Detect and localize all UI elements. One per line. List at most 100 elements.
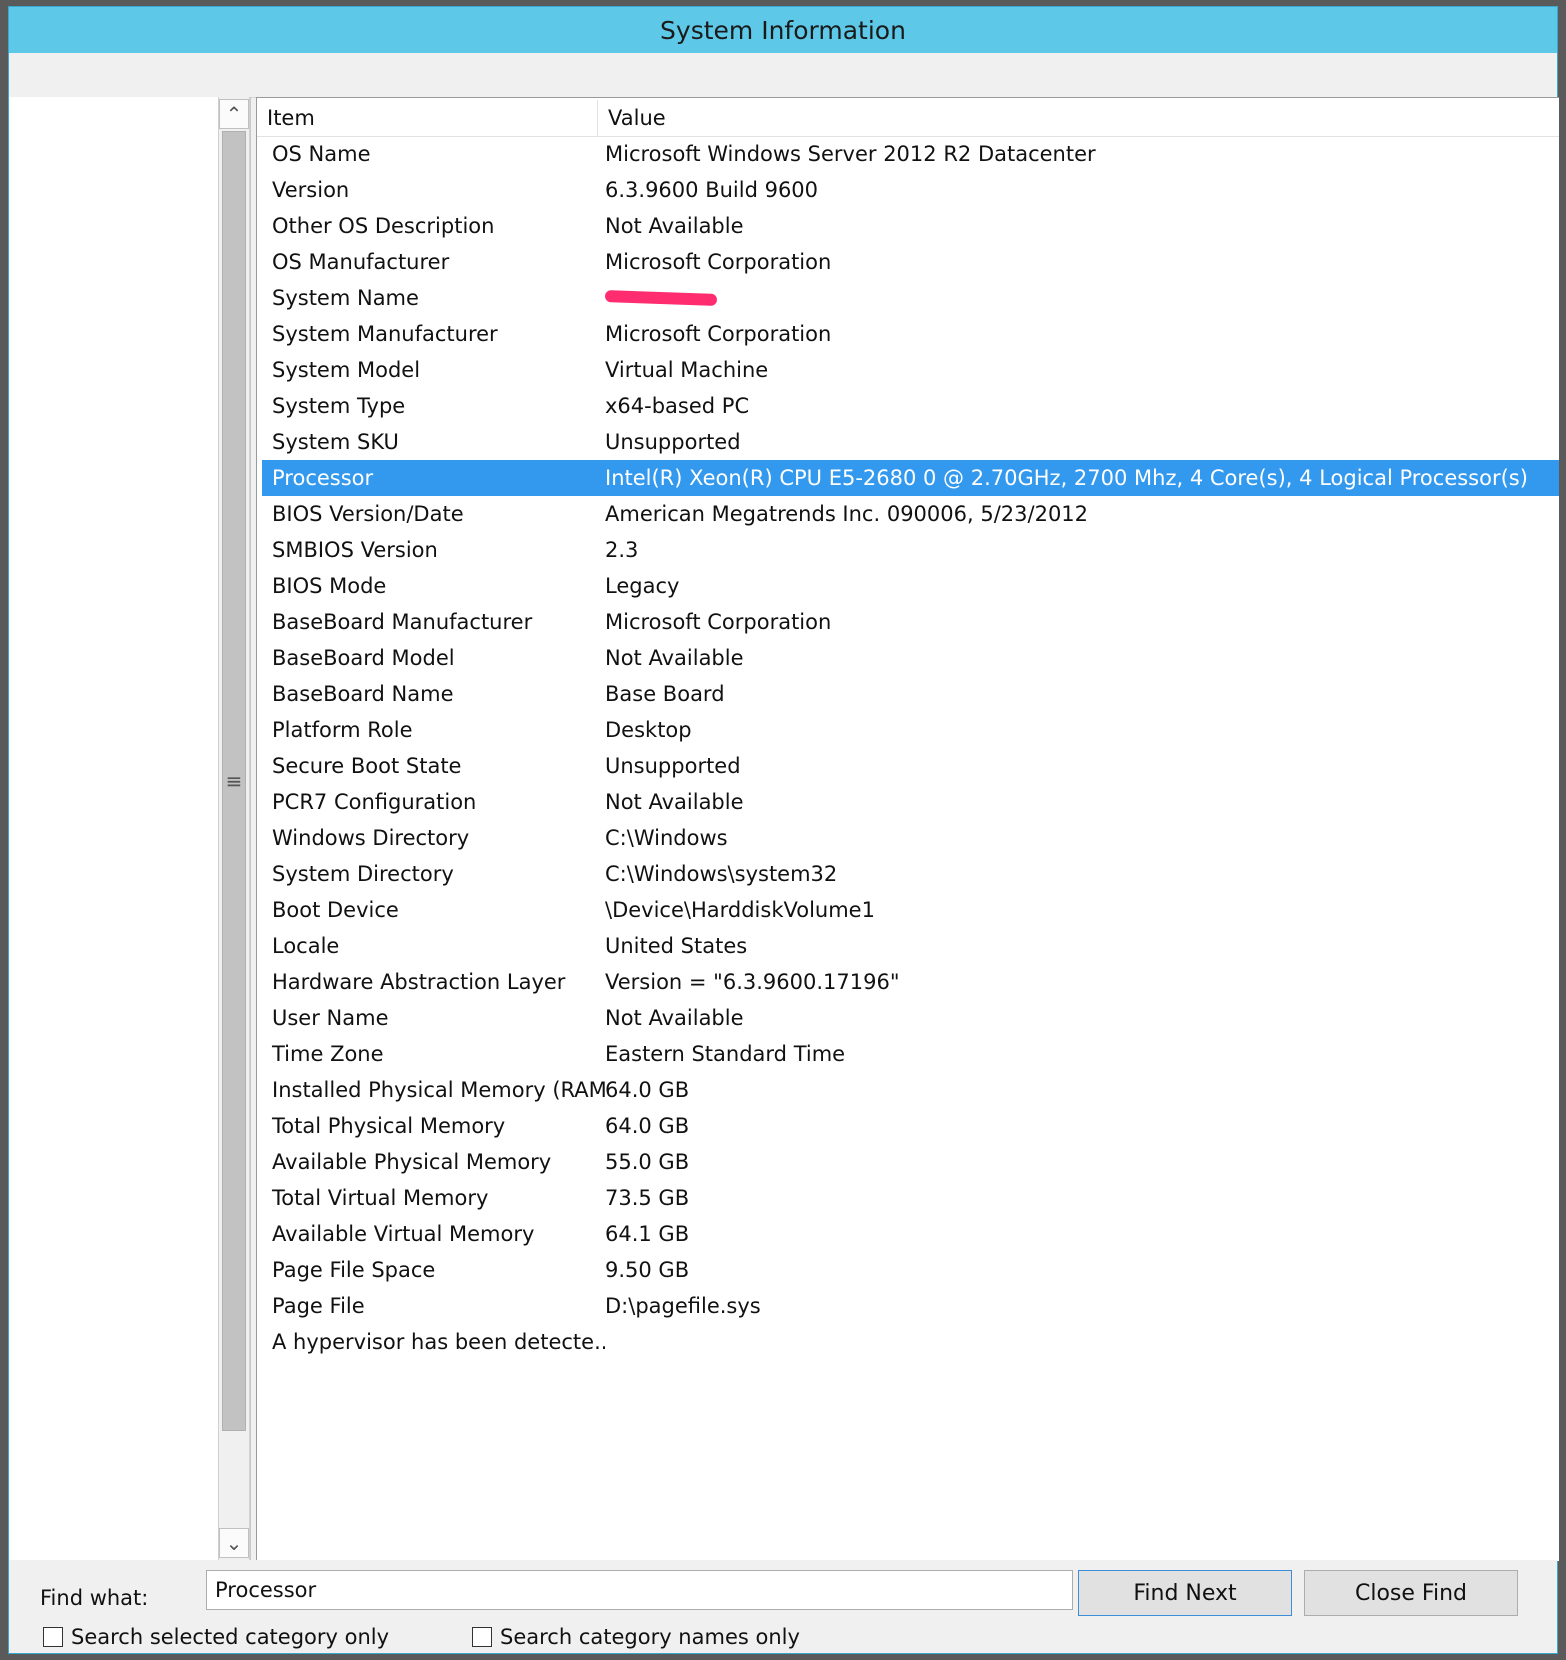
- row-item: Available Physical Memory: [272, 1150, 552, 1174]
- table-row[interactable]: BaseBoard Model Not Available: [262, 640, 1559, 676]
- checkbox-box[interactable]: [43, 1627, 63, 1647]
- list-rows: OS Name Microsoft Windows Server 2012 R2 …: [262, 136, 1559, 1360]
- table-row[interactable]: Hardware Abstraction Layer Version = "6.3…: [262, 964, 1559, 1000]
- list-header: Item Value: [257, 100, 1559, 137]
- row-item: Time Zone: [272, 1042, 384, 1066]
- search-selected-category-label: Search selected category only: [71, 1625, 390, 1649]
- details-list[interactable]: Item Value OS Name Microsoft Windows Serv…: [256, 97, 1559, 1561]
- scroll-up-button[interactable]: ⌃: [219, 99, 249, 129]
- table-row[interactable]: A hypervisor has been detecte...: [262, 1324, 1559, 1360]
- grip-icon: ≡: [225, 769, 243, 793]
- table-row[interactable]: System Type x64-based PC: [262, 388, 1559, 424]
- row-item: Boot Device: [272, 898, 399, 922]
- table-row[interactable]: Secure Boot State Unsupported: [262, 748, 1559, 784]
- table-row[interactable]: User Name Not Available: [262, 1000, 1559, 1036]
- chevron-up-icon: ⌃: [225, 102, 243, 126]
- row-item: BIOS Version/Date: [272, 502, 464, 526]
- table-row[interactable]: Page File Space 9.50 GB: [262, 1252, 1559, 1288]
- table-row[interactable]: Boot Device \Device\HarddiskVolume1: [262, 892, 1559, 928]
- row-value: Microsoft Corporation: [605, 610, 832, 634]
- table-row[interactable]: BaseBoard Manufacturer Microsoft Corporat…: [262, 604, 1559, 640]
- row-item: Windows Directory: [272, 826, 470, 850]
- table-row[interactable]: Processor Intel(R) Xeon(R) CPU E5-2680 0 …: [262, 460, 1559, 496]
- table-row[interactable]: BIOS Version/Date American Megatrends Inc…: [262, 496, 1559, 532]
- row-item: SMBIOS Version: [272, 538, 438, 562]
- row-value: 55.0 GB: [605, 1150, 690, 1174]
- column-header-item[interactable]: Item: [257, 100, 598, 136]
- row-value: Microsoft Corporation: [605, 322, 832, 346]
- row-value: Not Available: [605, 214, 744, 238]
- row-item: System Directory: [272, 862, 454, 886]
- row-value: x64-based PC: [605, 394, 750, 418]
- row-item: User Name: [272, 1006, 389, 1030]
- table-row[interactable]: Other OS Description Not Available: [262, 208, 1559, 244]
- title-bar[interactable]: System Information: [9, 7, 1557, 53]
- row-item: System Manufacturer: [272, 322, 498, 346]
- row-item: BaseBoard Manufacturer: [272, 610, 533, 634]
- row-item: Page File: [272, 1294, 365, 1318]
- table-row[interactable]: Version 6.3.9600 Build 9600: [262, 172, 1559, 208]
- table-row[interactable]: Time Zone Eastern Standard Time: [262, 1036, 1559, 1072]
- row-value: \Device\HarddiskVolume1: [605, 898, 875, 922]
- table-row[interactable]: Platform Role Desktop: [262, 712, 1559, 748]
- row-value: Not Available: [605, 790, 744, 814]
- row-item: System Name: [272, 286, 419, 310]
- row-item: BaseBoard Name: [272, 682, 454, 706]
- row-value: American Megatrends Inc. 090006, 5/23/20…: [605, 502, 1089, 526]
- table-row[interactable]: Locale United States: [262, 928, 1559, 964]
- row-item: Other OS Description: [272, 214, 495, 238]
- table-row[interactable]: Total Virtual Memory 73.5 GB: [262, 1180, 1559, 1216]
- row-value: 64.0 GB: [605, 1078, 690, 1102]
- row-value: Eastern Standard Time: [605, 1042, 846, 1066]
- row-item: Hardware Abstraction Layer: [272, 970, 566, 994]
- search-selected-category-checkbox[interactable]: Search selected category only: [43, 1625, 389, 1649]
- row-item: OS Manufacturer: [272, 250, 450, 274]
- find-next-button[interactable]: Find Next: [1078, 1570, 1292, 1616]
- row-value: 64.0 GB: [605, 1114, 690, 1138]
- row-item: System SKU: [272, 430, 399, 454]
- system-information-window: System Information ⌃ ≡ ⌄ Item Value OS N…: [8, 6, 1559, 1654]
- table-row[interactable]: SMBIOS Version 2.3: [262, 532, 1559, 568]
- table-row[interactable]: PCR7 Configuration Not Available: [262, 784, 1559, 820]
- tree-scrollbar[interactable]: ⌃ ≡ ⌄: [218, 97, 250, 1560]
- menu-bar: [9, 53, 1557, 98]
- scroll-down-button[interactable]: ⌄: [219, 1528, 249, 1558]
- row-item: Available Virtual Memory: [272, 1222, 535, 1246]
- window-title: System Information: [660, 15, 906, 45]
- table-row[interactable]: System Directory C:\Windows\system32: [262, 856, 1559, 892]
- table-row[interactable]: Windows Directory C:\Windows: [262, 820, 1559, 856]
- search-category-names-label: Search category names only: [500, 1625, 800, 1649]
- column-header-value[interactable]: Value: [598, 100, 1559, 136]
- table-row[interactable]: BIOS Mode Legacy: [262, 568, 1559, 604]
- row-item: Page File Space: [272, 1258, 436, 1282]
- row-item: Processor: [272, 466, 374, 490]
- table-row[interactable]: System SKU Unsupported: [262, 424, 1559, 460]
- table-row[interactable]: Total Physical Memory 64.0 GB: [262, 1108, 1559, 1144]
- search-category-names-checkbox[interactable]: Search category names only: [472, 1625, 800, 1649]
- row-value: Unsupported: [605, 754, 741, 778]
- table-row[interactable]: Available Physical Memory 55.0 GB: [262, 1144, 1559, 1180]
- table-row[interactable]: Page File D:\pagefile.sys: [262, 1288, 1559, 1324]
- row-item: BaseBoard Model: [272, 646, 455, 670]
- table-row[interactable]: System Manufacturer Microsoft Corporation: [262, 316, 1559, 352]
- table-row[interactable]: System Model Virtual Machine: [262, 352, 1559, 388]
- row-value: United States: [605, 934, 748, 958]
- row-value: Base Board: [605, 682, 725, 706]
- row-item: BIOS Mode: [272, 574, 387, 598]
- table-row[interactable]: Available Virtual Memory 64.1 GB: [262, 1216, 1559, 1252]
- row-value: Unsupported: [605, 430, 741, 454]
- table-row[interactable]: Installed Physical Memory (RAM) 64.0 GB: [262, 1072, 1559, 1108]
- table-row[interactable]: System Name: [262, 280, 1559, 316]
- category-tree-pane[interactable]: ⌃ ≡ ⌄: [9, 97, 251, 1560]
- row-value: Version = "6.3.9600.17196": [605, 970, 900, 994]
- table-row[interactable]: BaseBoard Name Base Board: [262, 676, 1559, 712]
- scroll-thumb[interactable]: ≡: [222, 131, 246, 1431]
- close-find-button[interactable]: Close Find: [1304, 1570, 1518, 1616]
- row-value: Microsoft Corporation: [605, 250, 832, 274]
- table-row[interactable]: OS Manufacturer Microsoft Corporation: [262, 244, 1559, 280]
- table-row[interactable]: OS Name Microsoft Windows Server 2012 R2 …: [262, 136, 1559, 172]
- checkbox-box[interactable]: [472, 1627, 492, 1647]
- row-item: OS Name: [272, 142, 371, 166]
- find-what-input[interactable]: [206, 1570, 1073, 1610]
- row-item: Locale: [272, 934, 340, 958]
